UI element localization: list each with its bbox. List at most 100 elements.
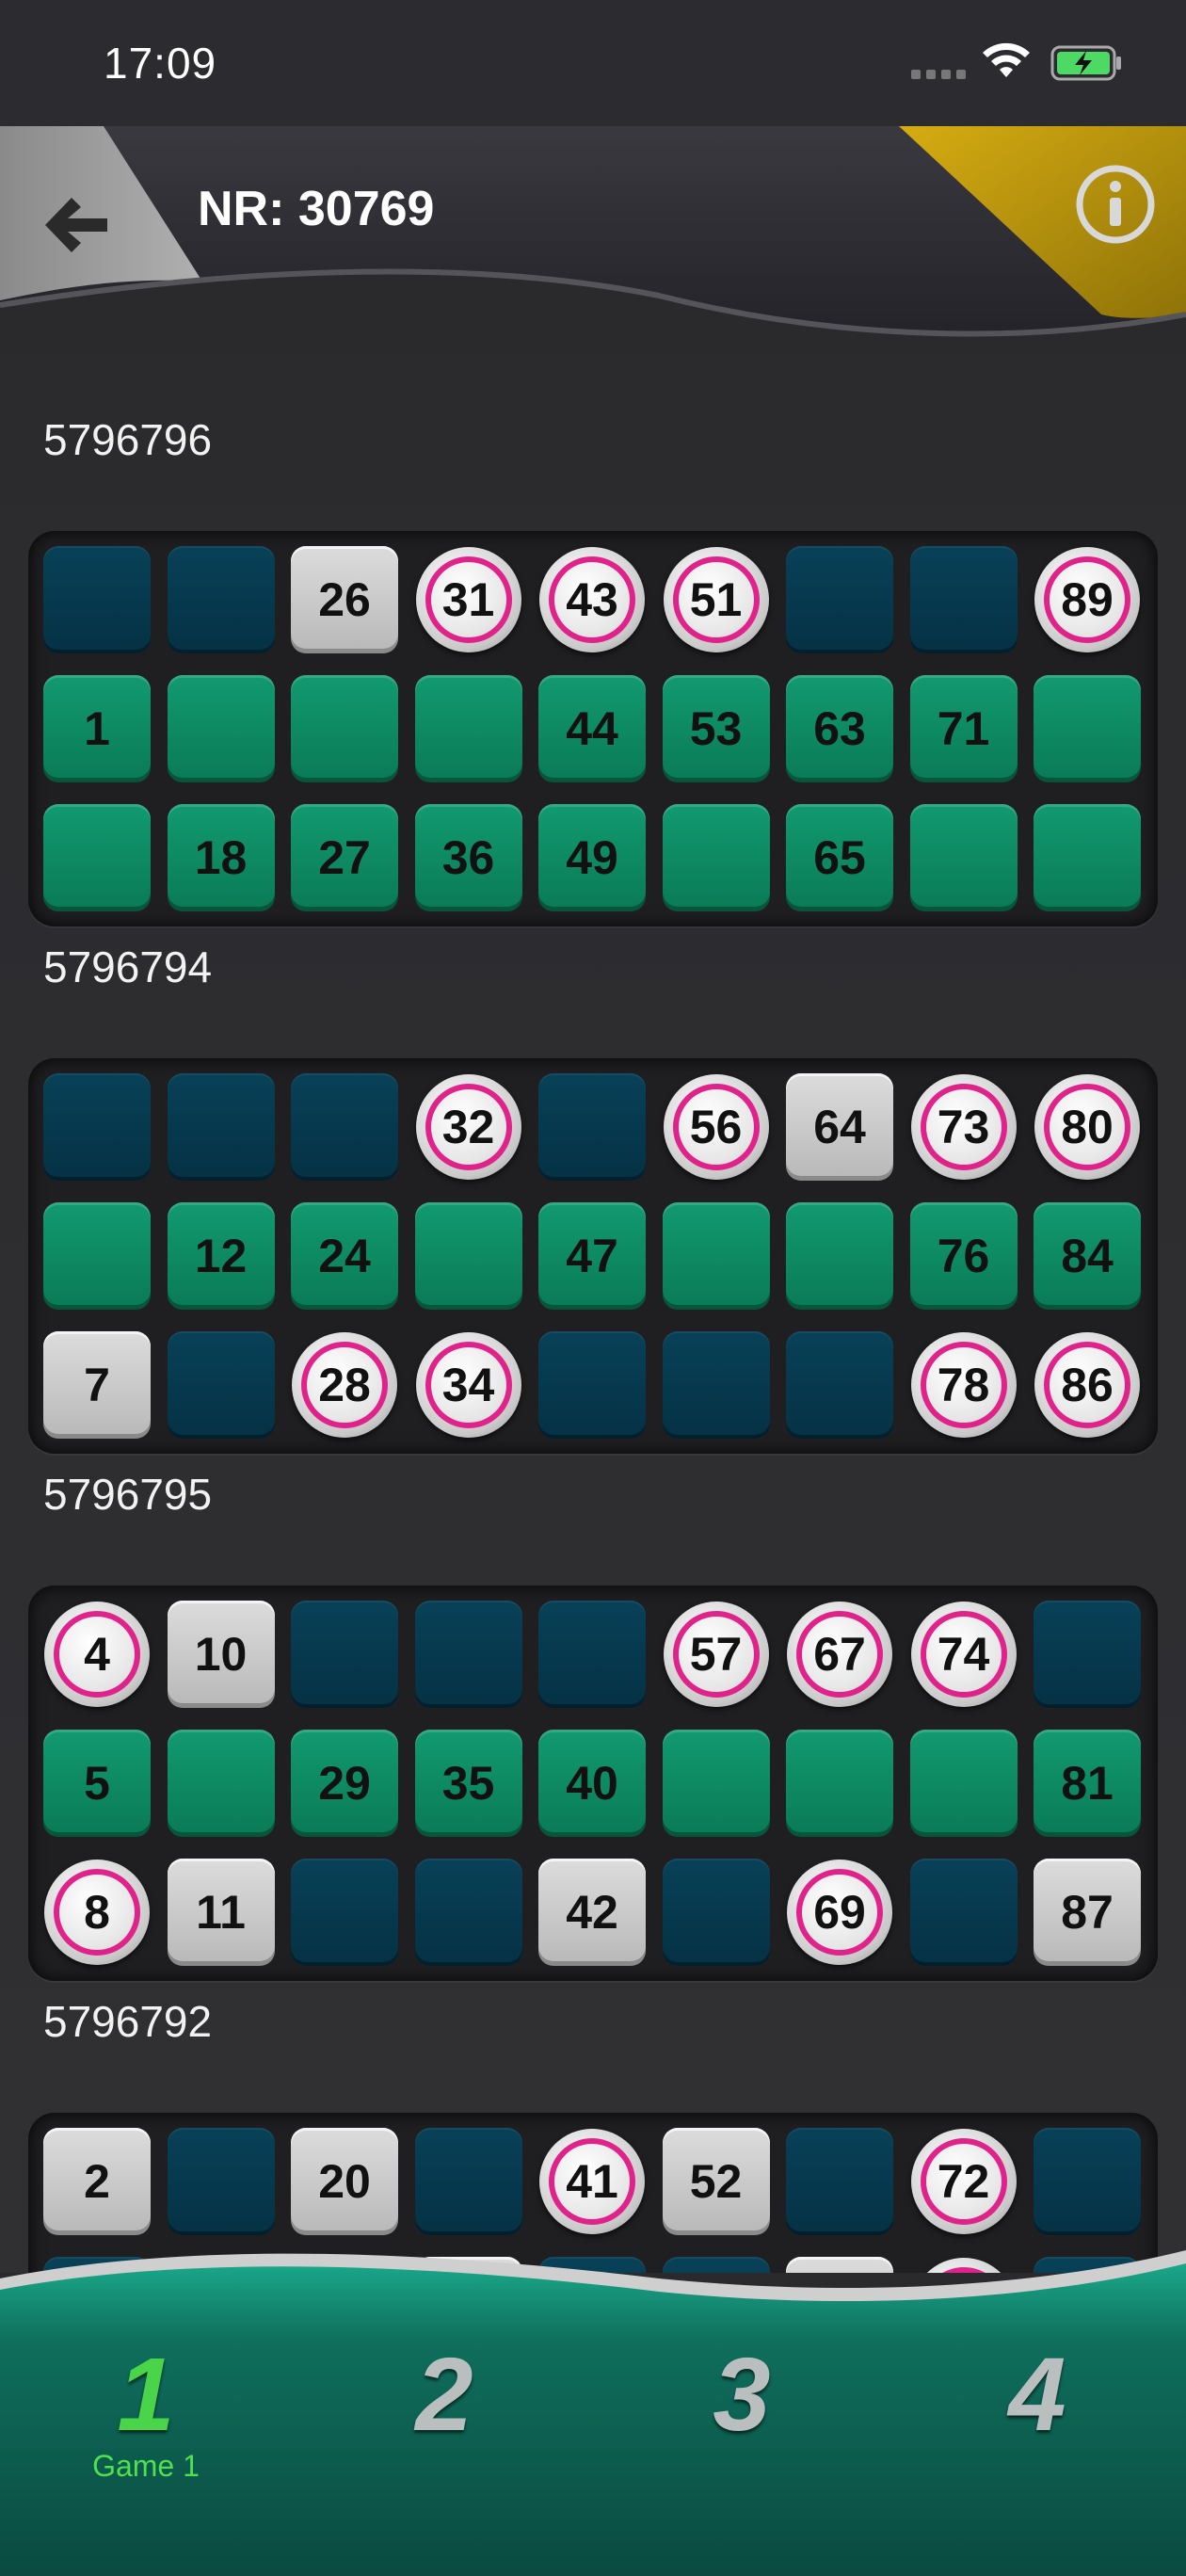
tab-number: 2: [415, 2337, 473, 2453]
called-number-cell: 11: [167, 1859, 275, 1966]
tab-game-2[interactable]: 2: [350, 2335, 538, 2542]
called-number-cell: 52: [662, 2128, 770, 2235]
battery-charging-icon: [1050, 45, 1121, 81]
bingo-ball-icon: 51: [663, 547, 769, 652]
bingo-ball-icon: 89: [1034, 547, 1140, 652]
marked-ball-cell: 31: [415, 546, 522, 653]
number-cell: 29: [291, 1730, 398, 1837]
bingo-ball-icon: 4: [44, 1602, 150, 1707]
marked-ball-cell: 4: [43, 1601, 151, 1708]
marked-ball-cell: 86: [1034, 1331, 1141, 1439]
number-cell: [291, 675, 398, 782]
number-cell: [662, 1730, 770, 1837]
empty-cell: [786, 2128, 893, 2235]
empty-cell: [909, 546, 1018, 653]
empty-cell: [538, 1073, 646, 1181]
number-cell: 1: [43, 675, 151, 782]
number-cell: [786, 1730, 893, 1837]
marked-ball-cell: 28: [291, 1331, 398, 1439]
number-cell: 49: [538, 804, 646, 911]
ticket-id: 5796796: [43, 415, 213, 464]
page-title: NR: 30769: [198, 182, 435, 236]
tab-game-3[interactable]: 3: [648, 2335, 836, 2542]
bingo-ball-icon: 28: [292, 1332, 397, 1438]
ball-number: 73: [920, 1084, 1007, 1170]
tab-number: 3: [713, 2337, 771, 2453]
ticket-card[interactable]: 4 10 57 67 74 5 29 35 40 81 8 11 42 69 87: [28, 1586, 1158, 1981]
bingo-ball-icon: 67: [787, 1602, 892, 1707]
number-cell: [414, 1202, 522, 1310]
tab-number: 1: [117, 2337, 175, 2453]
called-number-cell: 64: [786, 1073, 893, 1181]
called-number-cell: 42: [538, 1859, 646, 1966]
empty-cell: [909, 1859, 1018, 1966]
ball-number: 31: [425, 556, 512, 643]
bingo-ball-icon: 56: [663, 1074, 769, 1180]
tickets-list[interactable]: 5796796 26 31 43 51 89 1 44 53 63 71 18 27 36 49 65 5796…: [0, 352, 1186, 2273]
ticket-card[interactable]: 32 56 64 73 80 12 24 47 76 84 7 28 34 78 86: [28, 1058, 1158, 1454]
empty-cell: [167, 1331, 275, 1439]
tab-number: 4: [1008, 2337, 1066, 2453]
info-icon: [1076, 165, 1155, 244]
number-cell: 36: [414, 804, 522, 911]
ticket-id: 5796792: [43, 1997, 213, 2046]
marked-ball-cell: 89: [1034, 546, 1141, 653]
ball-number: 8: [54, 1869, 140, 1956]
number-cell: [909, 1730, 1018, 1837]
ball-number: 32: [425, 1084, 512, 1170]
header: NR: 30769: [0, 126, 1186, 352]
empty-cell: [167, 2128, 275, 2235]
tab-game-4[interactable]: 4: [943, 2335, 1131, 2542]
bingo-ball-icon: 41: [539, 2129, 645, 2234]
number-cell: [909, 804, 1018, 911]
number-cell: 18: [167, 804, 275, 911]
tab-game-1[interactable]: 1 Game 1: [52, 2335, 240, 2542]
ball-number: 34: [425, 1342, 512, 1428]
empty-cell: [786, 546, 893, 653]
ball-number: 86: [1044, 1342, 1130, 1428]
empty-cell: [538, 1331, 646, 1439]
empty-cell: [414, 1859, 522, 1966]
bingo-ball-icon: 78: [910, 1332, 1017, 1438]
number-cell: [43, 804, 151, 911]
marked-ball-cell: 80: [1034, 1073, 1141, 1181]
empty-cell: [414, 2128, 522, 2235]
number-cell: 63: [786, 675, 893, 782]
info-button[interactable]: [1073, 162, 1158, 247]
game-tab-bar: 1 Game 1 2 3 4: [0, 2241, 1186, 2576]
bingo-ball-icon: 31: [415, 547, 521, 652]
ticket-id: 5796795: [43, 1470, 213, 1519]
number-cell: 27: [291, 804, 398, 911]
ball-number: 67: [796, 1611, 883, 1698]
cellular-signal-icon: [911, 70, 966, 79]
number-cell: 81: [1034, 1730, 1141, 1837]
bingo-ball-icon: 34: [415, 1332, 521, 1438]
bingo-ball-icon: 57: [663, 1602, 769, 1707]
marked-ball-cell: 34: [415, 1331, 522, 1439]
number-cell: 40: [538, 1730, 646, 1837]
ball-number: 4: [54, 1611, 140, 1698]
ball-number: 51: [672, 556, 760, 643]
empty-cell: [43, 1073, 151, 1181]
marked-ball-cell: 57: [663, 1601, 770, 1708]
empty-cell: [662, 1859, 770, 1966]
empty-cell: [1034, 1601, 1141, 1708]
number-cell: [167, 675, 275, 782]
marked-ball-cell: 56: [663, 1073, 770, 1181]
number-cell: 65: [786, 804, 893, 911]
number-cell: [662, 804, 770, 911]
ticket-card[interactable]: 26 31 43 51 89 1 44 53 63 71 18 27 36 49 65: [28, 531, 1158, 926]
status-bar: 17:09: [0, 0, 1186, 126]
empty-cell: [167, 546, 275, 653]
called-number-cell: 87: [1034, 1859, 1141, 1966]
bingo-ball-icon: 73: [910, 1074, 1017, 1180]
back-button[interactable]: [28, 178, 122, 272]
empty-cell: [167, 1073, 275, 1181]
marked-ball-cell: 43: [538, 546, 646, 653]
ball-number: 80: [1044, 1084, 1130, 1170]
header-background: [0, 126, 1186, 337]
ball-number: 74: [920, 1611, 1007, 1698]
bingo-ball-icon: 72: [910, 2129, 1017, 2234]
called-number-cell: 10: [167, 1601, 275, 1708]
empty-cell: [786, 1331, 893, 1439]
